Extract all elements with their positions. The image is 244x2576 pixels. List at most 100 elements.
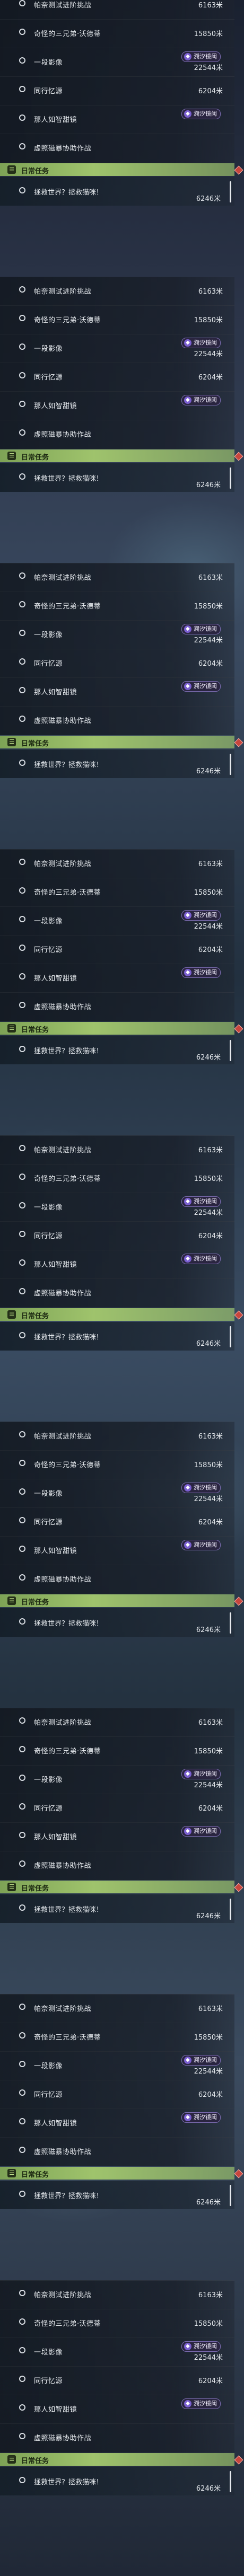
quest-row[interactable]: 同行忆源 6204米 [0, 1794, 234, 1823]
track-radio-icon[interactable] [19, 887, 25, 894]
quest-row[interactable]: 虚照磁暴协助作战 [0, 134, 234, 163]
quest-row[interactable]: 奇怪的三兄弟·沃德蒂 15850米 [0, 878, 234, 907]
quest-row[interactable]: 虚照磁暴协助作战 [0, 1851, 234, 1880]
track-radio-icon[interactable] [19, 1517, 25, 1523]
track-radio-icon[interactable] [19, 630, 25, 636]
track-radio-icon[interactable] [19, 1431, 25, 1437]
track-radio-icon[interactable] [19, 114, 25, 121]
quest-row[interactable]: 那人如智甜镜 ◆ 溯汐镜阈 [0, 2109, 234, 2138]
scroll-indicator[interactable] [230, 1040, 231, 1061]
track-radio-icon[interactable] [19, 1145, 25, 1151]
track-radio-icon[interactable] [19, 1259, 25, 1266]
track-radio-icon[interactable] [19, 343, 25, 350]
track-radio-icon[interactable] [19, 1046, 25, 1052]
quest-row[interactable]: 一段影像 ◆ 溯汐镜阈 22544米 [0, 1765, 234, 1794]
quest-row[interactable]: 那人如智甜镜 ◆ 溯汐镜阈 [0, 677, 234, 707]
quest-row[interactable]: 帕奈测试进阶挑战 6163米 [0, 1994, 234, 2023]
track-radio-icon[interactable] [19, 473, 25, 480]
scroll-indicator[interactable] [230, 1899, 231, 1920]
track-radio-icon[interactable] [19, 143, 25, 149]
track-radio-icon[interactable] [19, 286, 25, 293]
track-radio-icon[interactable] [19, 572, 25, 579]
daily-quest-row[interactable]: 拯救世界？拯救猫咪！ 6246米 [0, 1608, 234, 1637]
daily-quest-row[interactable]: 拯救世界？拯救猫咪！ 6246米 [0, 1036, 234, 1064]
scroll-indicator[interactable] [230, 2185, 231, 2206]
quest-row[interactable]: 帕奈测试进阶挑战 6163米 [0, 277, 234, 306]
track-radio-icon[interactable] [19, 86, 25, 92]
track-radio-icon[interactable] [19, 1231, 25, 1237]
quest-row[interactable]: 奇怪的三兄弟·沃德蒂 15850米 [0, 2309, 234, 2338]
daily-quest-row[interactable]: 拯救世界？拯救猫咪！ 6246米 [0, 2181, 234, 2209]
track-radio-icon[interactable] [19, 1174, 25, 1180]
quest-row[interactable]: 奇怪的三兄弟·沃德蒂 15850米 [0, 2023, 234, 2052]
quest-row[interactable]: 同行忆源 6204米 [0, 1221, 234, 1250]
quest-row[interactable]: 虚照磁暴协助作战 [0, 992, 234, 1021]
track-radio-icon[interactable] [19, 2032, 25, 2039]
track-radio-icon[interactable] [19, 2376, 25, 2382]
quest-row[interactable]: 同行忆源 6204米 [0, 649, 234, 678]
quest-row[interactable]: 那人如智甜镜 ◆ 溯汐镜阈 [0, 964, 234, 993]
scroll-indicator[interactable] [230, 1326, 231, 1347]
track-radio-icon[interactable] [19, 716, 25, 722]
quest-row[interactable]: 同行忆源 6204米 [0, 76, 234, 105]
quest-row[interactable]: 那人如智甜镜 ◆ 溯汐镜阈 [0, 391, 234, 420]
quest-row[interactable]: 奇怪的三兄弟·沃德蒂 15850米 [0, 1450, 234, 1479]
quest-row[interactable]: 一段影像 ◆ 溯汐镜阈 22544米 [0, 620, 234, 649]
category-header[interactable]: ☰ 日常任务 [0, 1594, 234, 1607]
category-header[interactable]: ☰ 日常任务 [0, 736, 234, 748]
track-radio-icon[interactable] [19, 2477, 25, 2483]
quest-row[interactable]: 那人如智甜镜 ◆ 溯汐镜阈 [0, 2395, 234, 2424]
track-radio-icon[interactable] [19, 945, 25, 951]
track-radio-icon[interactable] [19, 601, 25, 607]
track-radio-icon[interactable] [19, 1717, 25, 1724]
track-radio-icon[interactable] [19, 973, 25, 980]
quest-row[interactable]: 奇怪的三兄弟·沃德蒂 15850米 [0, 592, 234, 621]
quest-row[interactable]: 一段影像 ◆ 溯汐镜阈 22544米 [0, 2337, 234, 2367]
track-radio-icon[interactable] [19, 916, 25, 922]
track-radio-icon[interactable] [19, 2061, 25, 2067]
quest-row[interactable]: 同行忆源 6204米 [0, 1507, 234, 1537]
track-radio-icon[interactable] [19, 1460, 25, 1466]
track-radio-icon[interactable] [19, 1775, 25, 1781]
quest-row[interactable]: 帕奈测试进阶挑战 6163米 [0, 1708, 234, 1737]
quest-row[interactable]: 帕奈测试进阶挑战 6163米 [0, 1422, 234, 1451]
quest-row[interactable]: 一段影像 ◆ 溯汐镜阈 22544米 [0, 1479, 234, 1508]
category-header[interactable]: ☰ 日常任务 [0, 2167, 234, 2180]
quest-row[interactable]: 同行忆源 6204米 [0, 2080, 234, 2109]
quest-row[interactable]: 一段影像 ◆ 溯汐镜阈 22544米 [0, 1193, 234, 1222]
track-radio-icon[interactable] [19, 1288, 25, 1294]
quest-row[interactable]: 一段影像 ◆ 溯汐镜阈 22544米 [0, 906, 234, 936]
quest-row[interactable]: 虚照磁暴协助作战 [0, 2137, 234, 2166]
category-header[interactable]: ☰ 日常任务 [0, 1308, 234, 1321]
track-radio-icon[interactable] [19, 859, 25, 865]
daily-quest-row[interactable]: 拯救世界？拯救猫咪！ 6246米 [0, 2467, 234, 2495]
track-radio-icon[interactable] [19, 372, 25, 378]
track-radio-icon[interactable] [19, 2290, 25, 2296]
track-radio-icon[interactable] [19, 57, 25, 64]
track-radio-icon[interactable] [19, 2004, 25, 2010]
daily-quest-row[interactable]: 拯救世界？拯救猫咪！ 6246米 [0, 1322, 234, 1351]
track-radio-icon[interactable] [19, 1002, 25, 1008]
quest-row[interactable]: 那人如智甜镜 ◆ 溯汐镜阈 [0, 105, 234, 134]
quest-row[interactable]: 奇怪的三兄弟·沃德蒂 15850米 [0, 1164, 234, 1193]
quest-row[interactable]: 帕奈测试进阶挑战 6163米 [0, 2280, 234, 2309]
scroll-indicator[interactable] [230, 1612, 231, 1634]
quest-row[interactable]: 同行忆源 6204米 [0, 363, 234, 392]
quest-row[interactable]: 虚照磁暴协助作战 [0, 1565, 234, 1594]
track-radio-icon[interactable] [19, 0, 25, 6]
track-radio-icon[interactable] [19, 1803, 25, 1810]
scroll-indicator[interactable] [230, 754, 231, 775]
track-radio-icon[interactable] [19, 1202, 25, 1208]
track-radio-icon[interactable] [19, 429, 25, 436]
track-radio-icon[interactable] [19, 2089, 25, 2096]
track-radio-icon[interactable] [19, 1546, 25, 1552]
track-radio-icon[interactable] [19, 1832, 25, 1838]
quest-row[interactable]: 奇怪的三兄弟·沃德蒂 15850米 [0, 1736, 234, 1766]
quest-row[interactable]: 一段影像 ◆ 溯汐镜阈 22544米 [0, 48, 234, 77]
track-radio-icon[interactable] [19, 315, 25, 321]
track-radio-icon[interactable] [19, 2347, 25, 2353]
track-radio-icon[interactable] [19, 1618, 25, 1625]
quest-row[interactable]: 那人如智甜镜 ◆ 溯汐镜阈 [0, 1822, 234, 1851]
quest-row[interactable]: 帕奈测试进阶挑战 6163米 [0, 563, 234, 592]
quest-row[interactable]: 虚照磁暴协助作战 [0, 420, 234, 449]
